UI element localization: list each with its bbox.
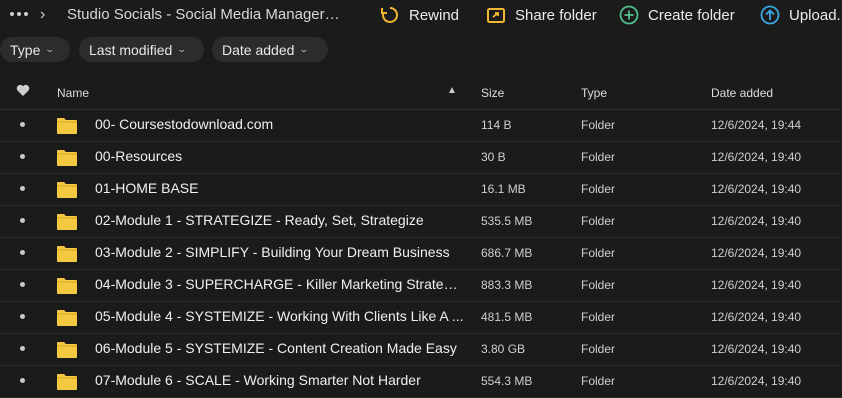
create-folder-label: Create folder bbox=[648, 6, 735, 24]
create-folder-icon bbox=[619, 5, 639, 25]
table-row[interactable]: 07-Module 6 - SCALE - Working Smarter No… bbox=[0, 365, 842, 398]
rewind-button[interactable]: Rewind bbox=[380, 4, 459, 26]
file-date-added: 12/6/2024, 19:40 bbox=[711, 246, 802, 260]
date-added-filter[interactable]: Date added ⌄ bbox=[212, 37, 328, 62]
last-modified-filter-label: Last modified bbox=[89, 41, 173, 58]
favorite-dot-icon[interactable] bbox=[20, 346, 25, 351]
file-size: 481.5 MB bbox=[481, 310, 533, 324]
file-date-added: 12/6/2024, 19:40 bbox=[711, 342, 802, 356]
file-size: 16.1 MB bbox=[481, 182, 526, 196]
file-size: 883.3 MB bbox=[481, 278, 533, 292]
file-type: Folder bbox=[581, 342, 616, 356]
type-filter-label: Type bbox=[10, 41, 41, 58]
file-type: Folder bbox=[581, 246, 616, 260]
type-filter[interactable]: Type ⌄ bbox=[0, 37, 70, 62]
favorite-dot-icon[interactable] bbox=[20, 314, 25, 319]
folder-icon bbox=[57, 149, 77, 166]
favorite-dot-icon[interactable] bbox=[20, 186, 25, 191]
favorite-dot-icon[interactable] bbox=[20, 250, 25, 255]
folder-icon bbox=[57, 309, 77, 326]
folder-icon bbox=[57, 245, 77, 262]
table-row[interactable]: 00- Coursestodownload.com 114 B Folder 12/6… bbox=[0, 109, 842, 142]
table-row[interactable]: 03-Module 2 - SIMPLIFY - Building Your D… bbox=[0, 237, 842, 270]
file-date-added: 12/6/2024, 19:40 bbox=[711, 278, 802, 292]
upload-icon bbox=[760, 5, 780, 25]
file-size: 686.7 MB bbox=[481, 246, 533, 260]
table-row[interactable]: 04-Module 3 - SUPERCHARGE - Killer Marke… bbox=[0, 269, 842, 302]
folder-icon bbox=[57, 181, 77, 198]
file-name[interactable]: 00- Coursestodownload.com bbox=[95, 116, 465, 132]
file-size: 3.80 GB bbox=[481, 342, 526, 356]
upload-label: Upload... bbox=[789, 6, 842, 24]
favorite-dot-icon[interactable] bbox=[20, 154, 25, 159]
chevron-down-icon: ⌄ bbox=[176, 44, 188, 54]
heart-icon[interactable] bbox=[16, 84, 30, 100]
upload-button[interactable]: Upload... bbox=[760, 4, 842, 26]
share-folder-button[interactable]: Share folder bbox=[486, 4, 597, 26]
folder-icon bbox=[57, 117, 77, 134]
table-row[interactable]: 01-HOME BASE 16.1 MB Folder 12/6/2024, 19:4… bbox=[0, 173, 842, 206]
more-options-icon[interactable] bbox=[10, 12, 30, 18]
table-header: Name ▲ Size Type Date added bbox=[0, 76, 842, 110]
table-row[interactable]: 06-Module 5 - SYSTEMIZE - Content Creati… bbox=[0, 333, 842, 366]
file-type: Folder bbox=[581, 182, 616, 196]
chevron-down-icon: ⌄ bbox=[44, 44, 56, 54]
file-size: 554.3 MB bbox=[481, 374, 533, 388]
file-name[interactable]: 00-Resources bbox=[95, 148, 465, 164]
size-column-header[interactable]: Size bbox=[481, 86, 504, 100]
favorite-dot-icon[interactable] bbox=[20, 218, 25, 223]
favorite-dot-icon[interactable] bbox=[20, 378, 25, 383]
file-name[interactable]: 01-HOME BASE bbox=[95, 180, 465, 196]
sort-ascending-icon[interactable]: ▲ bbox=[447, 85, 457, 96]
file-size: 535.5 MB bbox=[481, 214, 533, 228]
file-type: Folder bbox=[581, 278, 616, 292]
top-toolbar: › Studio Socials - Social Media Manager … bbox=[0, 0, 842, 30]
folder-icon bbox=[57, 213, 77, 230]
file-size: 30 B bbox=[481, 150, 506, 164]
rewind-label: Rewind bbox=[409, 6, 460, 24]
file-date-added: 12/6/2024, 19:40 bbox=[711, 150, 802, 164]
table-row[interactable]: 00-Resources 30 B Folder 12/6/2024, 19:40 bbox=[0, 141, 842, 174]
file-size: 114 B bbox=[481, 118, 512, 132]
rewind-icon bbox=[380, 5, 400, 25]
folder-icon bbox=[57, 341, 77, 358]
table-row[interactable]: 02-Module 1 - STRATEGIZE - Ready, Set, S… bbox=[0, 205, 842, 238]
file-type: Folder bbox=[581, 374, 616, 388]
folder-icon bbox=[57, 373, 77, 390]
share-folder-icon bbox=[486, 5, 506, 25]
file-type: Folder bbox=[581, 310, 616, 324]
date-added-column-header[interactable]: Date added bbox=[711, 86, 773, 100]
create-folder-button[interactable]: Create folder bbox=[619, 4, 735, 26]
file-date-added: 12/6/2024, 19:44 bbox=[711, 118, 802, 132]
chevron-right-icon: › bbox=[40, 6, 46, 23]
favorite-dot-icon[interactable] bbox=[20, 282, 25, 287]
table-row[interactable]: 05-Module 4 - SYSTEMIZE - Working With C… bbox=[0, 301, 842, 334]
chevron-down-icon: ⌄ bbox=[298, 44, 310, 54]
file-name[interactable]: 04-Module 3 - SUPERCHARGE - Killer Marke… bbox=[95, 276, 465, 292]
file-name[interactable]: 06-Module 5 - SYSTEMIZE - Content Creati… bbox=[95, 340, 465, 356]
file-date-added: 12/6/2024, 19:40 bbox=[711, 214, 802, 228]
file-name[interactable]: 07-Module 6 - SCALE - Working Smarter No… bbox=[95, 372, 465, 388]
file-date-added: 12/6/2024, 19:40 bbox=[711, 182, 802, 196]
file-date-added: 12/6/2024, 19:40 bbox=[711, 374, 802, 388]
type-column-header[interactable]: Type bbox=[581, 86, 607, 100]
favorite-dot-icon[interactable] bbox=[20, 122, 25, 127]
file-name[interactable]: 05-Module 4 - SYSTEMIZE - Working With C… bbox=[95, 308, 465, 324]
file-name[interactable]: 02-Module 1 - STRATEGIZE - Ready, Set, S… bbox=[95, 212, 465, 228]
share-folder-label: Share folder bbox=[515, 6, 597, 24]
file-type: Folder bbox=[581, 118, 616, 132]
date-added-filter-label: Date added bbox=[222, 41, 295, 58]
last-modified-filter[interactable]: Last modified ⌄ bbox=[79, 37, 204, 62]
file-date-added: 12/6/2024, 19:40 bbox=[711, 310, 802, 324]
file-name[interactable]: 03-Module 2 - SIMPLIFY - Building Your D… bbox=[95, 244, 465, 260]
file-type: Folder bbox=[581, 214, 616, 228]
folder-icon bbox=[57, 277, 77, 294]
breadcrumb[interactable]: Studio Socials - Social Media Manager Ac… bbox=[67, 6, 342, 23]
file-type: Folder bbox=[581, 150, 616, 164]
name-column-header[interactable]: Name bbox=[57, 86, 89, 100]
